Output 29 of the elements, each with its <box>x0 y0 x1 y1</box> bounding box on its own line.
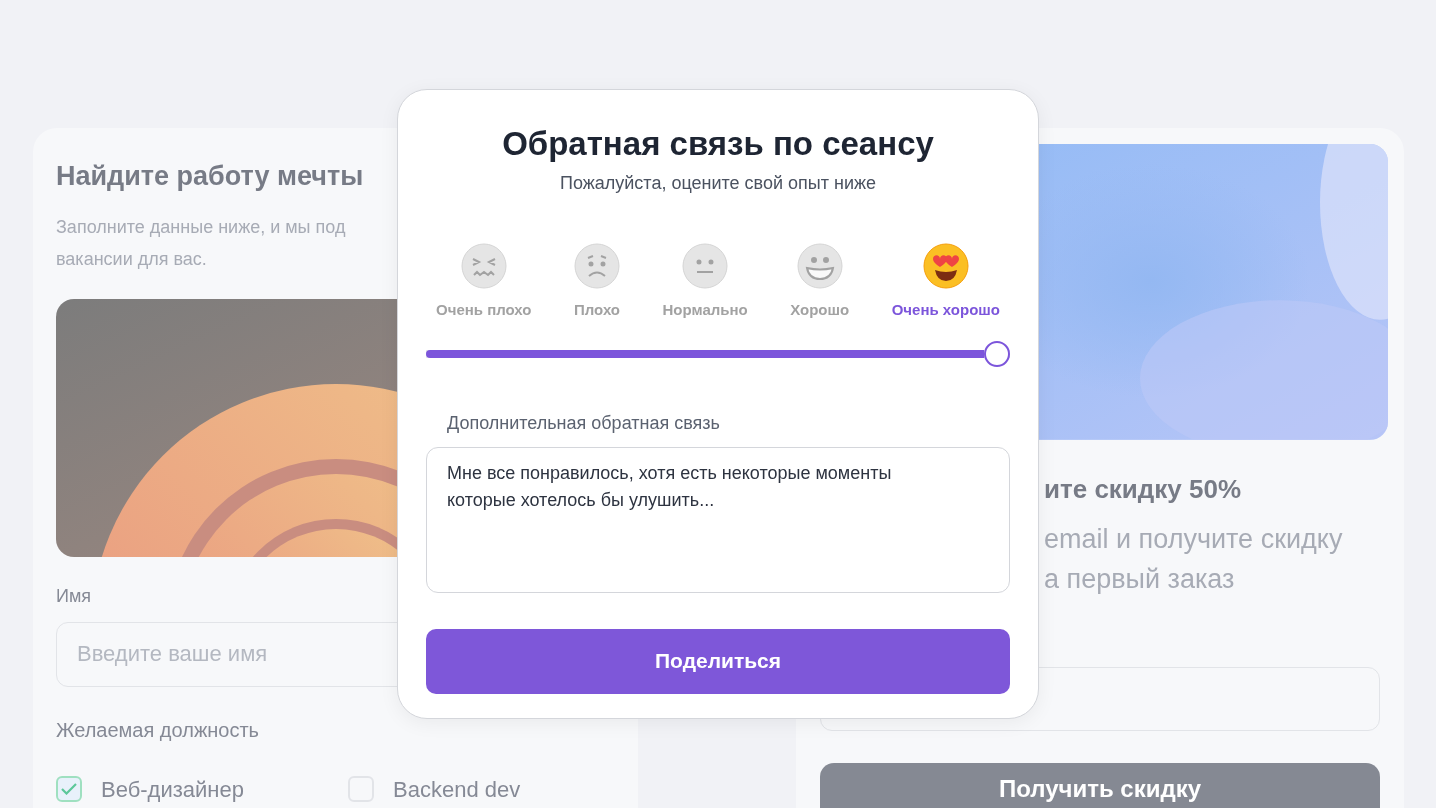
card-description: а первый заказ <box>1044 562 1235 596</box>
field-label: Дополнительная обратная связь <box>447 411 720 435</box>
rating-option[interactable]: Очень хорошо <box>891 243 1000 322</box>
comment-field[interactable]: Мне все понравилось, хотя есть некоторые моменты которые хотелось бы улушить... <box>426 446 1010 593</box>
checkbox[interactable] <box>56 776 82 802</box>
grinning-face-icon <box>796 243 843 289</box>
card-title: Найдите работу мечты <box>56 160 364 193</box>
card-description: вакансии для вас. <box>56 247 207 271</box>
dialog-subtitle: Пожалуйста, оцените свой опыт ниже <box>560 172 876 195</box>
rating-option[interactable]: Плохо <box>574 243 621 322</box>
rating-option[interactable]: Хорошо <box>790 243 850 322</box>
dialog-title: Обратная связь по сеансу <box>502 124 934 164</box>
slider-thumb[interactable] <box>984 340 1010 367</box>
checkbox-label: Backend dev <box>393 775 521 804</box>
card-title: ите скидку 50% <box>1044 472 1242 506</box>
squinting-face-icon <box>460 243 507 289</box>
rating-option[interactable]: Очень плохо <box>436 243 532 322</box>
heart-eyes-face-icon <box>922 243 969 289</box>
rating-option[interactable]: Нормально <box>662 243 748 322</box>
field-label: Имя <box>56 584 93 608</box>
checkbox-label: Веб-дизайнер <box>101 775 244 804</box>
neutral-face-icon <box>682 243 729 289</box>
frowning-face-icon <box>574 243 620 289</box>
card-description: email и получите скидку <box>1044 522 1343 556</box>
field-label: Желаемая должность <box>56 717 260 743</box>
check-icon <box>61 783 77 795</box>
discount-button[interactable]: Получить скидку <box>820 763 1380 808</box>
card-description: Заполните данные ниже, и мы под <box>56 215 346 239</box>
share-button[interactable]: Поделиться <box>426 628 1010 694</box>
